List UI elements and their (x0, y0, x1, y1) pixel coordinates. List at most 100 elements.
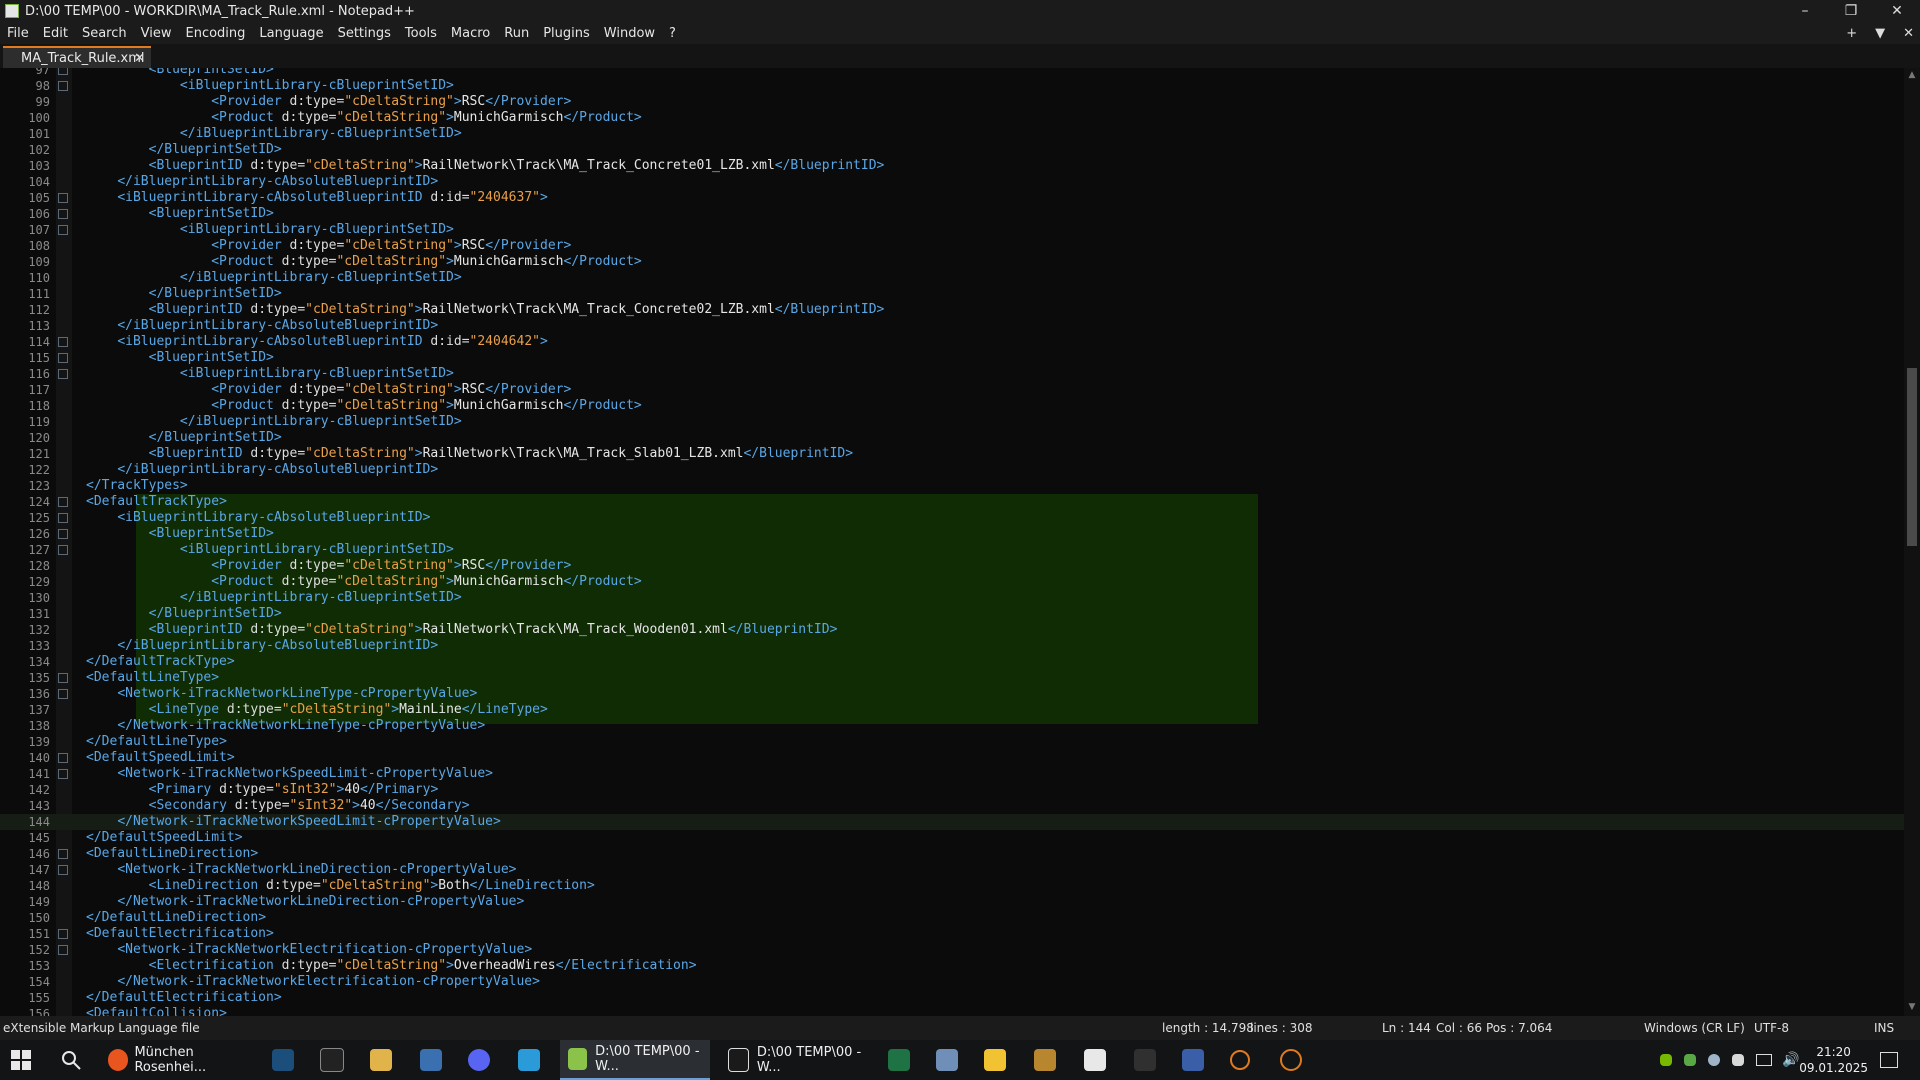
code-line[interactable]: 119 </iBlueprintLibrary-cBlueprintSetID> (0, 414, 1904, 430)
taskbar-app-7[interactable] (1280, 1040, 1302, 1080)
code-line[interactable]: 134 </DefaultTrackType> (0, 654, 1904, 670)
code-line[interactable]: 114 <iBlueprintLibrary-cAbsoluteBlueprin… (0, 334, 1904, 350)
code-line[interactable]: 132 <BlueprintID d:type="cDeltaString">R… (0, 622, 1904, 638)
code-editor[interactable]: 97 <BlueprintSetID> 98 <iBlueprintLibrary… (0, 68, 1904, 1016)
code-line[interactable]: 104 </iBlueprintLibrary-cAbsoluteBluepri… (0, 174, 1904, 190)
taskbar-app-6[interactable] (1182, 1040, 1204, 1080)
code-line[interactable]: 147 <Network-iTrackNetworkLineDirection-… (0, 862, 1904, 878)
code-line[interactable]: 141 <Network-iTrackNetworkSpeedLimit-cPr… (0, 766, 1904, 782)
code-line[interactable]: 148 <LineDirection d:type="cDeltaString"… (0, 878, 1904, 894)
menu-file[interactable]: File (0, 26, 36, 41)
code-line[interactable]: 138 </Network-iTrackNetworkLineType-cPro… (0, 718, 1904, 734)
code-line[interactable]: 129 <Product d:type="cDeltaString">Munic… (0, 574, 1904, 590)
fold-toggle-icon[interactable] (58, 529, 68, 539)
code-line[interactable]: 108 <Provider d:type="cDeltaString">RSC<… (0, 238, 1904, 254)
taskbar-search-app[interactable] (1230, 1040, 1250, 1080)
fold-toggle-icon[interactable] (58, 849, 68, 859)
code-line[interactable]: 111 </BlueprintSetID> (0, 286, 1904, 302)
fold-toggle-icon[interactable] (58, 929, 68, 939)
taskbar-app-4[interactable] (1034, 1040, 1056, 1080)
minimize-button[interactable]: – (1782, 0, 1828, 22)
fold-toggle-icon[interactable] (58, 225, 68, 235)
code-line[interactable]: 150 </DefaultLineDirection> (0, 910, 1904, 926)
taskbar-app-2[interactable] (936, 1040, 958, 1080)
code-line[interactable]: 131 </BlueprintSetID> (0, 606, 1904, 622)
tray-volume[interactable]: 🔊 (1782, 1040, 1799, 1080)
menu-macro[interactable]: Macro (444, 26, 497, 41)
code-line[interactable]: 133 </iBlueprintLibrary-cAbsoluteBluepri… (0, 638, 1904, 654)
code-line[interactable]: 98 <iBlueprintLibrary-cBlueprintSetID> (0, 78, 1904, 94)
fold-toggle-icon[interactable] (58, 81, 68, 91)
taskbar-steam[interactable] (272, 1040, 294, 1080)
menu-encoding[interactable]: Encoding (178, 26, 252, 41)
taskbar-discord[interactable] (468, 1040, 490, 1080)
code-line[interactable]: 146 <DefaultLineDirection> (0, 846, 1904, 862)
code-line[interactable]: 123 </TrackTypes> (0, 478, 1904, 494)
code-line[interactable]: 145 </DefaultSpeedLimit> (0, 830, 1904, 846)
menu-edit[interactable]: Edit (36, 26, 75, 41)
code-line[interactable]: 124 <DefaultTrackType> (0, 494, 1904, 510)
code-line[interactable]: 143 <Secondary d:type="sInt32">40</Secon… (0, 798, 1904, 814)
restore-button[interactable]: ❐ (1828, 0, 1874, 22)
tab-list-button[interactable]: ▼ (1875, 26, 1885, 41)
fold-toggle-icon[interactable] (58, 753, 68, 763)
search-button[interactable] (60, 1040, 82, 1080)
start-button[interactable] (10, 1040, 32, 1080)
code-line[interactable]: 115 <BlueprintSetID> (0, 350, 1904, 366)
code-line[interactable]: 112 <BlueprintID d:type="cDeltaString">R… (0, 302, 1904, 318)
code-line[interactable]: 103 <BlueprintID d:type="cDeltaString">R… (0, 158, 1904, 174)
code-line[interactable]: 107 <iBlueprintLibrary-cBlueprintSetID> (0, 222, 1904, 238)
fold-toggle-icon[interactable] (58, 769, 68, 779)
code-line[interactable]: 149 </Network-iTrackNetworkLineDirection… (0, 894, 1904, 910)
code-line[interactable]: 106 <BlueprintSetID> (0, 206, 1904, 222)
code-line[interactable]: 139 </DefaultLineType> (0, 734, 1904, 750)
code-line[interactable]: 128 <Provider d:type="cDeltaString">RSC<… (0, 558, 1904, 574)
vertical-scrollbar[interactable]: ▲ ▼ (1904, 68, 1920, 1016)
scroll-up-icon[interactable]: ▲ (1904, 70, 1920, 82)
fold-toggle-icon[interactable] (58, 68, 68, 75)
taskbar-excel[interactable] (888, 1040, 910, 1080)
close-doc-button[interactable]: ✕ (1903, 26, 1914, 41)
fold-toggle-icon[interactable] (58, 209, 68, 219)
menu-search[interactable]: Search (75, 26, 134, 41)
code-line[interactable]: 113 </iBlueprintLibrary-cAbsoluteBluepri… (0, 318, 1904, 334)
code-line[interactable]: 116 <iBlueprintLibrary-cBlueprintSetID> (0, 366, 1904, 382)
tab-close-icon[interactable]: ✕ (134, 51, 145, 66)
fold-toggle-icon[interactable] (58, 369, 68, 379)
scroll-down-icon[interactable]: ▼ (1904, 1002, 1920, 1014)
tab-ma-track-rule[interactable]: MA_Track_Rule.xml ✕ (3, 46, 151, 68)
taskbar-explorer[interactable] (370, 1040, 392, 1080)
tray-network[interactable] (1756, 1040, 1772, 1080)
code-line[interactable]: 100 <Product d:type="cDeltaString">Munic… (0, 110, 1904, 126)
menu-run[interactable]: Run (497, 26, 536, 41)
code-line[interactable]: 130 </iBlueprintLibrary-cBlueprintSetID> (0, 590, 1904, 606)
taskbar-terminal[interactable] (320, 1040, 344, 1080)
code-line[interactable]: 144 </Network-iTrackNetworkSpeedLimit-cP… (0, 814, 1904, 830)
menu-window[interactable]: Window (597, 26, 662, 41)
code-line[interactable]: 154 </Network-iTrackNetworkElectrificati… (0, 974, 1904, 990)
code-line[interactable]: 109 <Product d:type="cDeltaString">Munic… (0, 254, 1904, 270)
fold-toggle-icon[interactable] (58, 353, 68, 363)
fold-toggle-icon[interactable] (58, 673, 68, 683)
taskbar-firefox[interactable]: München Rosenhei... (100, 1040, 260, 1080)
scroll-thumb[interactable] (1907, 368, 1917, 546)
code-line[interactable]: 120 </BlueprintSetID> (0, 430, 1904, 446)
code-line[interactable]: 122 </iBlueprintLibrary-cAbsoluteBluepri… (0, 462, 1904, 478)
code-line[interactable]: 136 <Network-iTrackNetworkLineType-cProp… (0, 686, 1904, 702)
taskbar-calculator[interactable] (420, 1040, 442, 1080)
close-button[interactable]: ✕ (1874, 0, 1920, 22)
fold-toggle-icon[interactable] (58, 513, 68, 523)
code-line[interactable]: 97 <BlueprintSetID> (0, 68, 1904, 78)
tray-app-2[interactable] (1732, 1040, 1744, 1080)
code-line[interactable]: 153 <Electrification d:type="cDeltaStrin… (0, 958, 1904, 974)
code-line[interactable]: 125 <iBlueprintLibrary-cAbsoluteBlueprin… (0, 510, 1904, 526)
menu-plugins[interactable]: Plugins (536, 26, 597, 41)
code-line[interactable]: 140 <DefaultSpeedLimit> (0, 750, 1904, 766)
fold-toggle-icon[interactable] (58, 337, 68, 347)
code-line[interactable]: 137 <LineType d:type="cDeltaString">Main… (0, 702, 1904, 718)
fold-toggle-icon[interactable] (58, 497, 68, 507)
code-line[interactable]: 126 <BlueprintSetID> (0, 526, 1904, 542)
taskbar-app-5[interactable] (1084, 1040, 1106, 1080)
code-line[interactable]: 127 <iBlueprintLibrary-cBlueprintSetID> (0, 542, 1904, 558)
fold-toggle-icon[interactable] (58, 945, 68, 955)
